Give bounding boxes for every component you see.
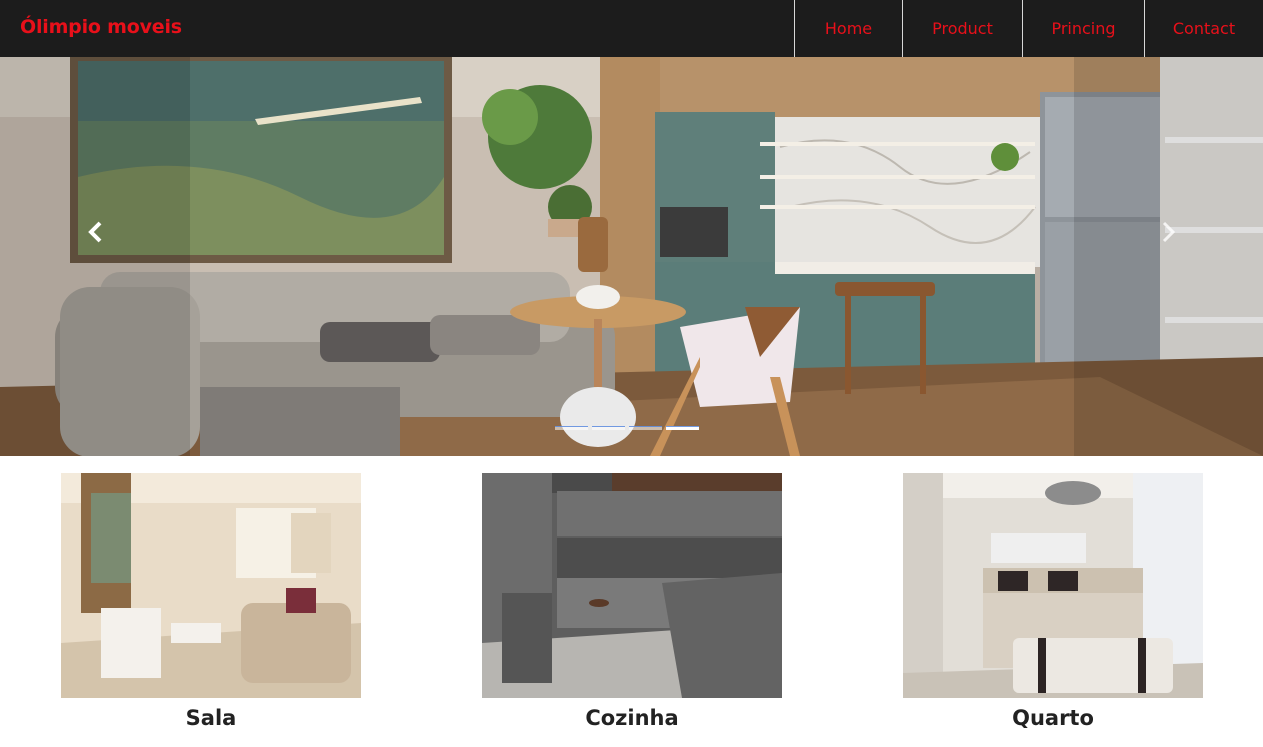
carousel-indicator-3[interactable] <box>629 426 662 430</box>
quarto-image[interactable] <box>903 473 1203 698</box>
card-title: Sala <box>185 706 237 730</box>
category-card-sala[interactable]: Sala <box>61 473 361 730</box>
nav-menu: Home Product Princing Contact <box>794 0 1263 57</box>
cozinha-image[interactable] <box>482 473 782 698</box>
carousel-indicators <box>555 426 699 430</box>
nav-item-pricing[interactable]: Princing <box>1022 0 1144 57</box>
carousel-indicator-2[interactable] <box>592 426 625 430</box>
nav-item-home[interactable]: Home <box>794 0 902 57</box>
nav-item-product[interactable]: Product <box>902 0 1022 57</box>
navbar: Ólimpio moveis Home Product Princing Con… <box>0 0 1263 57</box>
brand-logo[interactable]: Ólimpio moveis <box>20 16 182 38</box>
carousel-prev-region[interactable] <box>0 57 190 456</box>
carousel-indicator-1[interactable] <box>555 426 588 430</box>
card-title: Cozinha <box>585 706 679 730</box>
chevron-right-icon[interactable] <box>1155 219 1181 245</box>
nav-item-contact[interactable]: Contact <box>1144 0 1263 57</box>
category-card-cozinha[interactable]: Cozinha <box>482 473 782 730</box>
card-title: Quarto <box>1012 706 1094 730</box>
sala-image[interactable] <box>61 473 361 698</box>
chevron-left-icon[interactable] <box>83 219 109 245</box>
category-card-quarto[interactable]: Quarto <box>903 473 1203 730</box>
hero-carousel <box>0 57 1263 456</box>
carousel-next-region[interactable] <box>1074 57 1263 456</box>
carousel-indicator-4[interactable] <box>666 426 699 430</box>
